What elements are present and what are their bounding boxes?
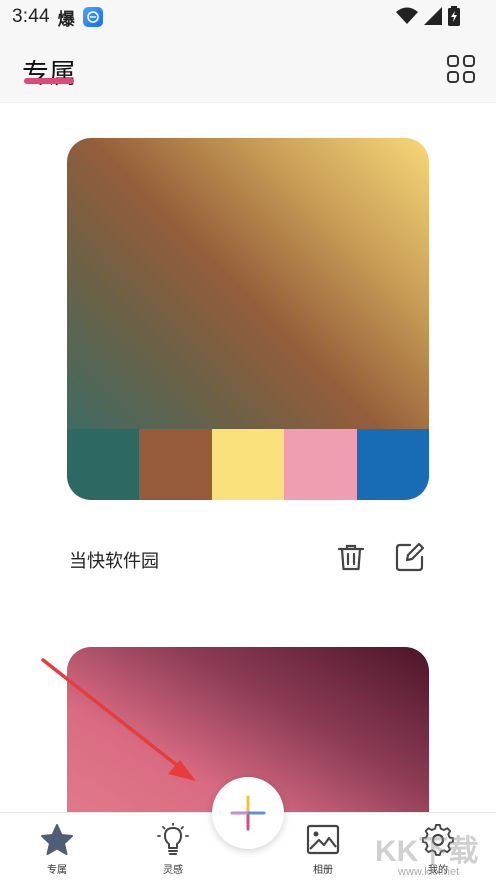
grid-icon	[447, 55, 475, 83]
title-underline	[24, 78, 74, 84]
app-notification-icon	[82, 7, 103, 27]
trash-icon	[337, 544, 365, 571]
plus-icon	[230, 795, 266, 831]
grid-view-button[interactable]	[446, 54, 476, 84]
battery-icon	[448, 6, 460, 26]
color-swatch	[356, 429, 429, 500]
watermark-url: www.kkx.net	[398, 866, 460, 878]
nav-label: 相册	[313, 865, 333, 876]
signal-icon	[424, 7, 442, 25]
palette-info-row: 当快软件园	[0, 533, 496, 583]
status-icons	[396, 6, 460, 26]
color-swatch	[67, 429, 140, 500]
palette-card[interactable]	[67, 138, 429, 500]
image-icon	[306, 824, 340, 855]
nav-item-exclusive[interactable]: 专属	[22, 813, 92, 882]
color-swatch	[284, 429, 357, 500]
add-palette-button[interactable]	[212, 777, 284, 849]
status-bar: 3:44 爆	[0, 0, 496, 34]
color-swatch	[139, 429, 212, 500]
nav-item-album[interactable]: 相册	[288, 813, 358, 882]
star-icon	[41, 824, 73, 855]
color-swatch	[211, 429, 285, 500]
bulb-icon	[157, 823, 189, 855]
nav-label: 专属	[47, 865, 67, 876]
edit-icon	[395, 542, 425, 572]
wifi-icon	[396, 7, 418, 24]
nav-label: 灵感	[163, 865, 183, 876]
delete-button[interactable]	[335, 541, 367, 573]
page-title: 专属	[22, 59, 76, 90]
palette-swatches	[67, 429, 429, 500]
palette-gradient-preview	[67, 138, 429, 429]
palette-name: 当快软件园	[69, 551, 159, 572]
edit-button[interactable]	[394, 541, 426, 573]
status-time: 3:44	[12, 6, 50, 27]
watermark: KK下载	[375, 835, 479, 868]
palette-list[interactable]: 当快软件园	[0, 102, 496, 847]
nav-item-inspiration[interactable]: 灵感	[138, 813, 208, 882]
notification-glyph: 爆	[57, 9, 75, 30]
